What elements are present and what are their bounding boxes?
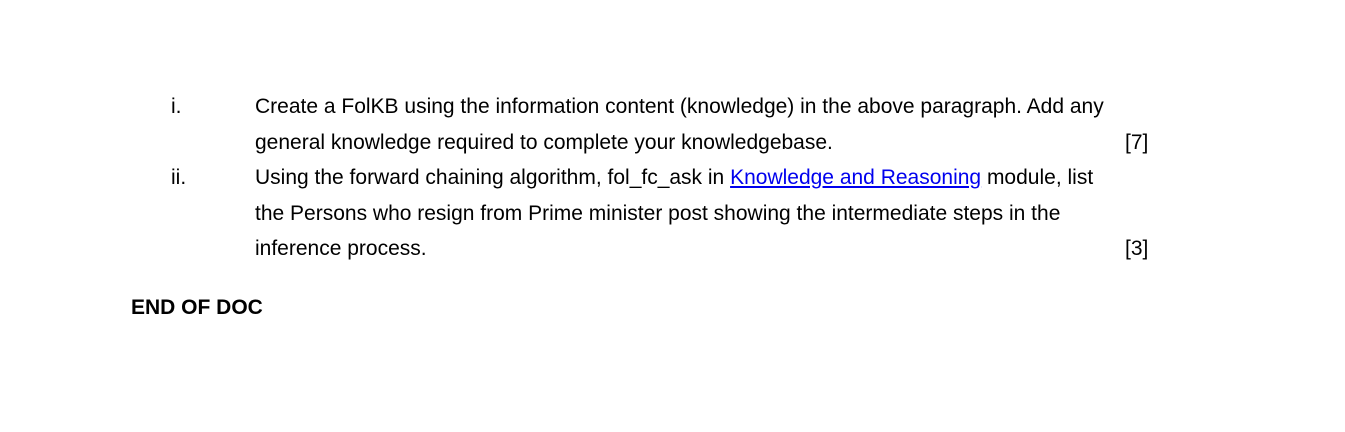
- question-line: Create a FolKB using the information con…: [255, 95, 1104, 118]
- question-line-text: inference process.: [255, 237, 427, 260]
- end-of-document-heading: END OF DOC: [131, 296, 263, 319]
- question-numeral: ii.: [171, 166, 187, 189]
- question-line-text: general knowledge required to complete y…: [255, 130, 833, 154]
- question-line-text: module, list: [981, 166, 1094, 189]
- question-text: Create a FolKB using the information con…: [255, 89, 1195, 160]
- question-text: Using the forward chaining algorithm, fo…: [255, 160, 1195, 267]
- question-line: Using the forward chaining algorithm, fo…: [255, 160, 1195, 196]
- question-line-text: Using the forward chaining algorithm, fo…: [255, 166, 731, 189]
- marks-label: [7]: [1125, 130, 1149, 154]
- question-numeral: i.: [171, 95, 182, 118]
- question-line-with-marks: general knowledge required to complete y…: [255, 125, 1195, 161]
- question-line: the Persons who resign from Prime minist…: [255, 201, 1061, 225]
- question-line-with-marks: inference process. [3]: [255, 231, 1195, 267]
- marks-label: [3]: [1125, 237, 1149, 260]
- knowledge-and-reasoning-link[interactable]: Knowledge and Reasoning: [730, 166, 981, 189]
